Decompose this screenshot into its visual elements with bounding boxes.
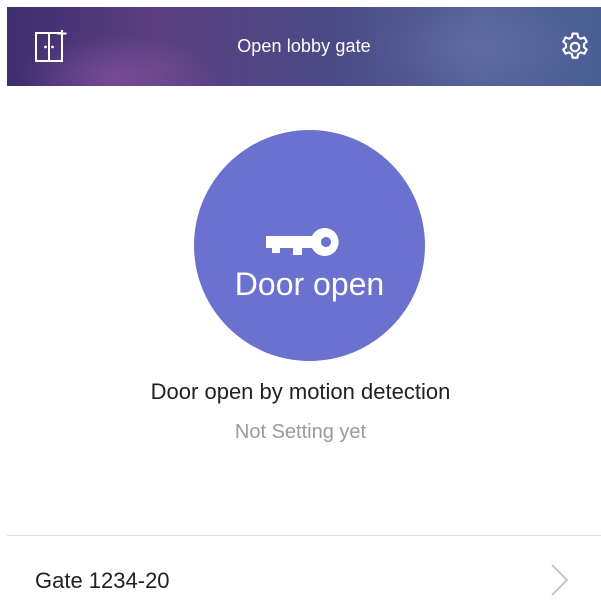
gate-list-item[interactable]: Gate 1234-20 [7, 536, 601, 616]
key-icon [266, 228, 339, 256]
top-bar: Open lobby gate [7, 7, 601, 86]
status-text: Door open by motion detection [150, 379, 451, 404]
substatus-text: Not Setting yet [234, 421, 367, 443]
gear-icon [562, 32, 588, 59]
gate-label: Gate 1234-20 [35, 568, 170, 593]
door-open-button[interactable]: Door open [194, 130, 425, 361]
door-open-label: Door open [234, 266, 385, 302]
settings-button[interactable] [555, 27, 595, 67]
page-title: Open lobby gate [237, 36, 371, 56]
app-screen: Open lobby gate Door open Door open by m… [0, 0, 601, 616]
chevron-right-icon [551, 564, 569, 596]
